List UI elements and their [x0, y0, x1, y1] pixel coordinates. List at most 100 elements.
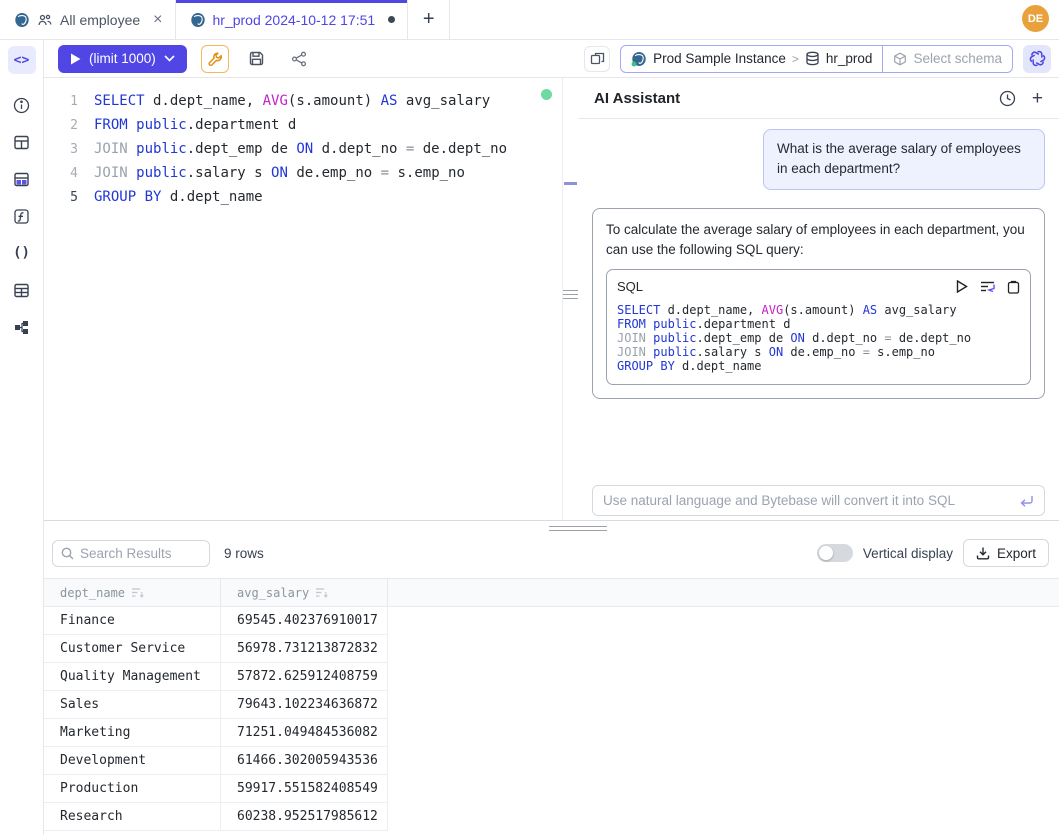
close-tab-icon[interactable]: ×	[153, 12, 162, 28]
table-row: Marketing71251.049484536082	[44, 719, 388, 747]
table-cell[interactable]: 59917.551582408549	[221, 775, 388, 802]
chat-messages: What is the average salary of employees …	[578, 119, 1059, 485]
code-line: JOIN public.dept_emp de ON d.dept_no = d…	[617, 331, 1020, 345]
nl2sql-input[interactable]	[603, 493, 1011, 508]
assistant-message: To calculate the average salary of emplo…	[592, 208, 1045, 399]
procedure-icon[interactable]: ()	[13, 244, 31, 262]
results-toolbar: 9 rows Vertical display Export	[44, 535, 1059, 571]
code-line: GROUP BY d.dept_name	[617, 359, 1020, 373]
enter-return-icon[interactable]	[1019, 495, 1034, 507]
format-wrench-button[interactable]	[201, 45, 229, 73]
table-cell[interactable]: Development	[44, 747, 221, 774]
instance-name: Prod Sample Instance	[653, 51, 786, 66]
table-row: Development61466.302005943536	[44, 747, 388, 775]
sql-editor-app: All employee × hr_prod 2024-10-12 17:51 …	[0, 0, 1059, 835]
table-cell[interactable]: Sales	[44, 691, 221, 718]
function-icon[interactable]	[13, 207, 31, 225]
download-icon	[976, 546, 990, 560]
table-cell[interactable]: 69545.402376910017	[221, 607, 388, 634]
postgres-icon	[190, 12, 206, 28]
table-row: Research60238.952517985612	[44, 803, 388, 831]
info-icon[interactable]	[13, 96, 31, 114]
search-results-box	[52, 540, 210, 567]
editor-toolbar: (limit 1000)	[44, 40, 1059, 78]
table-cell[interactable]: Finance	[44, 607, 221, 634]
sql-editor[interactable]: 1SELECT d.dept_name, AVG(s.amount) AS av…	[44, 78, 563, 520]
sort-icon[interactable]	[315, 587, 328, 598]
insert-to-editor-icon[interactable]	[980, 280, 995, 293]
table-row: Sales79643.102234636872	[44, 691, 388, 719]
column-header-dept-name[interactable]: dept_name	[44, 579, 221, 606]
column-header-avg-salary[interactable]: avg_salary	[221, 579, 388, 606]
search-icon	[61, 547, 74, 560]
vertical-splitter[interactable]	[563, 78, 578, 520]
schema-placeholder: Select schema	[913, 51, 1002, 66]
instance-database-selector[interactable]: Prod Sample Instance > hr_prod	[621, 46, 882, 72]
line-number: 5	[44, 190, 78, 205]
table-cell[interactable]: Customer Service	[44, 635, 221, 662]
run-code-icon[interactable]	[956, 280, 968, 293]
switch-connection-icon[interactable]	[584, 46, 610, 72]
ai-assistant-panel: AI Assistant + What is the average salar…	[578, 78, 1059, 520]
line-number: 3	[44, 142, 78, 157]
code-panel-icon[interactable]: <>	[8, 46, 36, 74]
schema-selector[interactable]: Select schema	[882, 46, 1012, 72]
code-line: FROM public.department d	[617, 317, 1020, 331]
table-row: Customer Service56978.731213872832	[44, 635, 388, 663]
row-count: 9 rows	[224, 546, 264, 561]
sql-code-card: SQL	[606, 269, 1031, 385]
assistant-text: To calculate the average salary of emplo…	[606, 220, 1031, 261]
database-name: hr_prod	[826, 51, 873, 66]
schema-diagram-icon[interactable]	[13, 318, 31, 336]
table-cell[interactable]: 61466.302005943536	[221, 747, 388, 774]
export-label: Export	[997, 546, 1036, 561]
tab-all-employee[interactable]: All employee ×	[0, 0, 176, 39]
code-line: JOIN public.salary s ON de.emp_no = s.em…	[617, 345, 1020, 359]
history-clock-icon[interactable]	[999, 90, 1016, 107]
table-cell[interactable]: 56978.731213872832	[221, 635, 388, 662]
table-cell[interactable]: 71251.049484536082	[221, 719, 388, 746]
export-button[interactable]: Export	[963, 539, 1049, 567]
table-cell[interactable]: 57872.625912408759	[221, 663, 388, 690]
splitter-grip	[563, 290, 578, 299]
share-button[interactable]	[285, 45, 313, 73]
table-cell[interactable]: Production	[44, 775, 221, 802]
play-icon	[70, 53, 81, 65]
copy-icon[interactable]	[1007, 280, 1020, 294]
sample-data-icon[interactable]	[13, 170, 31, 188]
table-cell[interactable]: 60238.952517985612	[221, 803, 388, 830]
openai-assistant-button[interactable]	[1023, 45, 1051, 73]
new-chat-icon[interactable]: +	[1032, 89, 1043, 108]
postgres-icon	[631, 51, 647, 67]
chevron-down-icon[interactable]	[164, 55, 175, 62]
table-row: Production59917.551582408549	[44, 775, 388, 803]
overview-ruler-mark	[564, 182, 577, 185]
table-cell[interactable]: Quality Management	[44, 663, 221, 690]
connection-picker: Prod Sample Instance > hr_prod Select	[620, 45, 1013, 73]
table-cell[interactable]: 79643.102234636872	[221, 691, 388, 718]
header-filler	[388, 579, 1059, 606]
line-number: 4	[44, 166, 78, 181]
new-tab-button[interactable]: +	[408, 0, 450, 39]
external-table-icon[interactable]	[13, 281, 31, 299]
database-icon	[805, 51, 820, 66]
run-query-button[interactable]: (limit 1000)	[58, 45, 187, 73]
run-limit-label: (limit 1000)	[89, 51, 156, 66]
line-number: 2	[44, 118, 78, 133]
tab-hr-prod[interactable]: hr_prod 2024-10-12 17:51	[176, 0, 409, 39]
editor-line: 5GROUP BY d.dept_name	[44, 185, 562, 209]
table-cell[interactable]: Research	[44, 803, 221, 830]
breadcrumb-separator: >	[792, 52, 799, 66]
save-button[interactable]	[243, 45, 271, 73]
table-icon[interactable]	[13, 133, 31, 151]
user-avatar[interactable]: DE	[1022, 5, 1049, 32]
sort-icon[interactable]	[131, 587, 144, 598]
code-line: SELECT d.dept_name, AVG(s.amount) AS avg…	[617, 303, 1020, 317]
tab-label: All employee	[60, 12, 140, 28]
horizontal-splitter[interactable]	[44, 520, 1059, 535]
code-language-label: SQL	[617, 277, 643, 297]
vertical-display-toggle[interactable]	[817, 544, 853, 562]
ai-panel-title: AI Assistant	[594, 90, 680, 107]
search-results-input[interactable]	[80, 546, 201, 561]
table-cell[interactable]: Marketing	[44, 719, 221, 746]
